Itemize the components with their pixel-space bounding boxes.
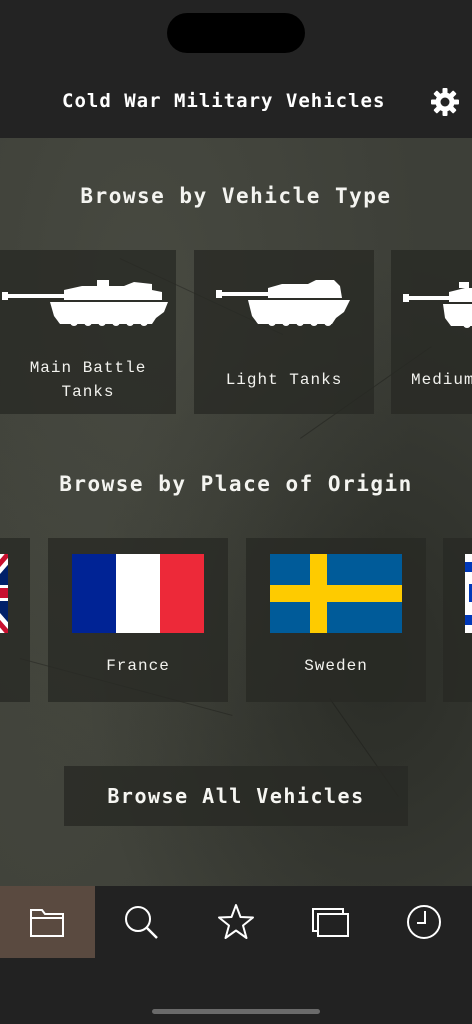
windows-icon	[312, 908, 349, 937]
home-indicator[interactable]	[152, 1009, 320, 1014]
united-kingdom-flag-icon	[0, 554, 8, 633]
gear-icon[interactable]	[429, 86, 461, 118]
dynamic-island	[167, 13, 305, 53]
vehicle-type-card-light-tanks[interactable]: Light Tanks	[194, 250, 374, 414]
browse-all-vehicles-button[interactable]: Browse All Vehicles	[64, 766, 408, 826]
medium-tank-silhouette-icon	[403, 282, 472, 328]
star-icon	[218, 904, 254, 939]
vehicle-type-card-main-battle-tanks[interactable]: Main Battle Tanks	[0, 250, 176, 414]
app-title: Cold War Military Vehicles	[62, 90, 386, 112]
vehicle-type-card-medium[interactable]: Medium	[391, 250, 472, 414]
tab-bar	[0, 886, 472, 958]
origin-label: France	[106, 657, 170, 675]
search-icon	[125, 906, 158, 939]
sweden-flag-icon	[270, 554, 402, 633]
status-bar	[0, 0, 472, 70]
tab-history[interactable]	[377, 886, 472, 958]
main-battle-tank-silhouette-icon	[2, 280, 168, 326]
clock-icon	[407, 905, 441, 939]
vehicle-type-section-title: Browse by Vehicle Type	[80, 184, 392, 208]
place-of-origin-section-title: Browse by Place of Origin	[59, 472, 413, 496]
israel-flag-icon	[465, 554, 472, 633]
origin-card-united-kingdom[interactable]	[0, 538, 30, 702]
vehicle-type-label: Light Tanks	[225, 371, 343, 389]
tab-collections[interactable]	[283, 886, 378, 958]
folder-icon	[30, 909, 64, 937]
origin-card-france[interactable]: France	[48, 538, 228, 702]
origin-label: Sweden	[304, 657, 368, 675]
vehicle-type-label: Main Battle Tanks	[29, 359, 147, 401]
tab-favorites[interactable]	[189, 886, 284, 958]
origin-card-israel[interactable]	[443, 538, 472, 702]
france-flag-icon	[72, 554, 204, 633]
origin-card-sweden[interactable]: Sweden	[246, 538, 426, 702]
tab-search[interactable]	[94, 886, 189, 958]
light-tank-silhouette-icon	[216, 280, 350, 326]
bottom-safe-area	[0, 958, 472, 1024]
vehicle-type-label: Medium	[411, 371, 472, 389]
tab-browse[interactable]	[0, 886, 95, 958]
